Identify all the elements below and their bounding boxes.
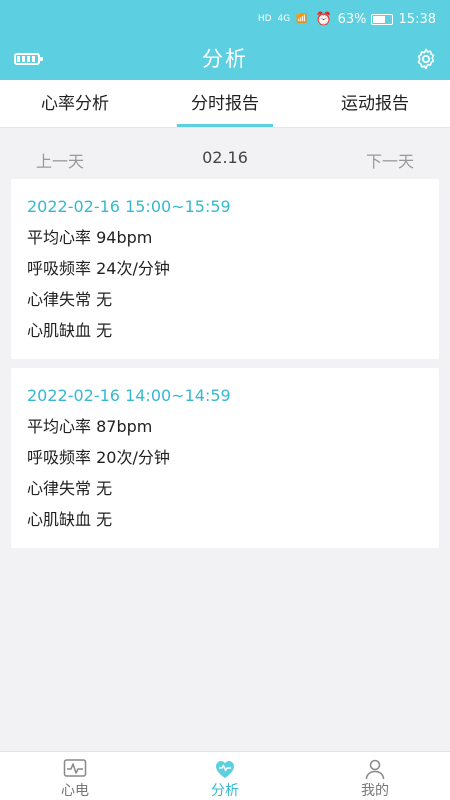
alarm-icon: ⏰: [315, 11, 332, 27]
report-tabs: 心率分析 分时报告 运动报告: [0, 80, 450, 128]
status-time: 15:38: [398, 11, 436, 27]
report-time-range: 2022-02-16 15:00~15:59: [27, 197, 231, 216]
tab-heart-rate-analysis[interactable]: 心率分析: [0, 80, 150, 127]
page-title: 分析: [202, 47, 248, 71]
arrhythmia: 心律失常 无: [27, 479, 113, 498]
ecg-icon: [63, 759, 87, 777]
wifi-icon: 📶: [296, 14, 308, 24]
avg-heart-rate: 平均心率 87bpm: [27, 417, 153, 436]
nav-label: 心电: [61, 783, 89, 799]
report-time-range: 2022-02-16 14:00~14:59: [27, 386, 231, 405]
heart-icon: [216, 761, 234, 778]
avg-heart-rate: 平均心率 94bpm: [27, 228, 153, 247]
network-icon: 4G: [277, 14, 291, 24]
nav-label: 分析: [211, 783, 239, 799]
next-day-button[interactable]: 下一天: [366, 148, 414, 172]
nav-me[interactable]: 我的: [300, 752, 450, 800]
report-card[interactable]: 2022-02-16 14:00~14:59 平均心率 87bpm 呼吸频率 2…: [11, 368, 439, 548]
respiration-rate: 呼吸频率 24次/分钟: [27, 259, 170, 278]
arrhythmia: 心律失常 无: [27, 290, 113, 309]
tab-exercise-report[interactable]: 运动报告: [300, 80, 450, 127]
myocardial-ischemia: 心肌缺血 无: [27, 510, 113, 529]
battery-icon: [370, 13, 393, 25]
nav-label: 我的: [361, 783, 389, 799]
report-card[interactable]: 2022-02-16 15:00~15:59 平均心率 94bpm 呼吸频率 2…: [11, 179, 439, 359]
app-header: 分析: [0, 38, 450, 80]
signal-icon: HD: [257, 14, 272, 24]
gear-icon[interactable]: [414, 47, 438, 71]
status-bar: HD 4G 📶 ⏰ 63% 15:38: [0, 0, 450, 38]
bottom-navigation: 心电 分析 我的: [0, 751, 450, 800]
battery-percent: 63%: [337, 11, 367, 27]
user-icon: [365, 759, 385, 780]
day-navigation: 上一天 02.16 下一天: [0, 140, 450, 176]
tab-hourly-report[interactable]: 分时报告: [150, 80, 300, 127]
signal-indicators: HD 4G 📶: [258, 14, 308, 24]
app-screen: HD 4G 📶 ⏰ 63% 15:38 分析 心率分析 分时报告 运动报告 上一…: [0, 0, 450, 800]
nav-analysis[interactable]: 分析: [150, 752, 300, 800]
nav-ecg[interactable]: 心电: [0, 752, 150, 800]
respiration-rate: 呼吸频率 20次/分钟: [27, 448, 170, 467]
myocardial-ischemia: 心肌缺血 无: [27, 321, 113, 340]
